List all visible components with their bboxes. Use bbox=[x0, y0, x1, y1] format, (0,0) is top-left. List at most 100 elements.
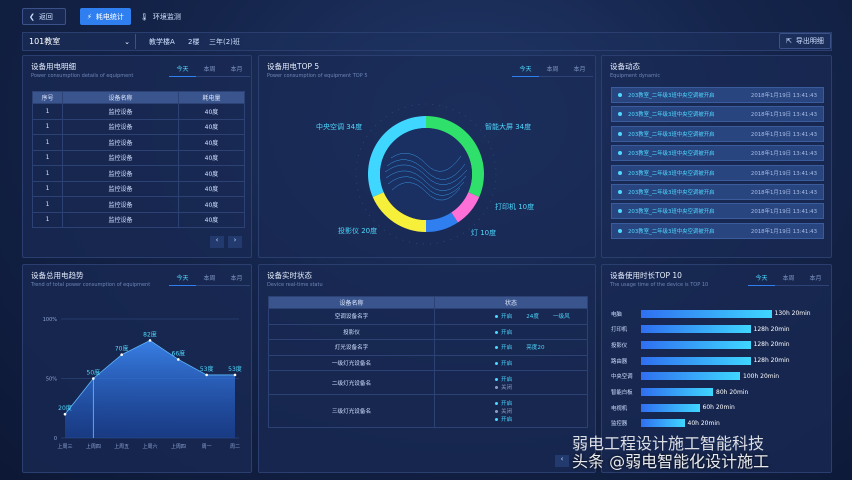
list-item[interactable]: 203教室_二年级3班中央空调被开启 2018年1月19日 13:41:43 bbox=[611, 164, 824, 181]
data-label: 53度 bbox=[228, 365, 242, 373]
y-tick-label: 0 bbox=[54, 436, 57, 442]
col-name: 设备名称 bbox=[62, 91, 179, 104]
cell-name: 监控设备 bbox=[62, 180, 179, 197]
cell-index: 1 bbox=[32, 165, 63, 182]
bullet-dot bbox=[618, 190, 622, 194]
panel-title: 设备实时状态 bbox=[267, 271, 312, 280]
equipment-detail-panel: 设备用电明细 Power consumption details of equi… bbox=[22, 55, 252, 258]
list-item: 监控器 40h 20min bbox=[611, 418, 720, 429]
list-item[interactable]: 203教室_二年级3班中央空调被开启 2018年1月19日 13:41:43 bbox=[611, 184, 824, 200]
class-label: 三年(2)班 bbox=[209, 38, 240, 46]
status-dot bbox=[495, 410, 498, 413]
usage-value: 40h 20min bbox=[687, 419, 720, 427]
status-dot bbox=[495, 330, 498, 334]
panel-subtitle: Equipment dynamic bbox=[610, 73, 661, 79]
usage-value: 80h 20min bbox=[716, 388, 749, 396]
trend-chart: 100% 50% 0 20度上周三 50度上周四 70度上周五 82度上周六 66度上周四 53… bbox=[43, 317, 242, 450]
event-time: 2018年1月19日 13:41:43 bbox=[750, 131, 817, 138]
event-time: 2018年1月19日 13:41:43 bbox=[750, 170, 817, 177]
trend-point[interactable] bbox=[205, 373, 208, 377]
table-row: 1 监控设备 40度 bbox=[32, 165, 245, 182]
tab-today[interactable]: 今天 bbox=[748, 273, 775, 286]
cell-index: 1 bbox=[32, 134, 63, 151]
room-select[interactable]: 101教室 ⌄ bbox=[24, 34, 136, 49]
x-tick-label: 上周四 bbox=[171, 443, 186, 450]
col-device-name: 设备名称 bbox=[268, 296, 435, 309]
detail-table: 序号 设备名称 耗电量 1 监控设备 40度 1 监控设备 40度 1 监控设备 40度 1 监控设… bbox=[32, 91, 245, 228]
device-name: 监控器 bbox=[611, 421, 628, 428]
trend-point[interactable] bbox=[233, 373, 237, 377]
list-item[interactable]: 203教室_二年级3班中央空调被开启 2018年1月19日 13:41:43 bbox=[611, 106, 824, 123]
tab-month[interactable]: 本月 bbox=[802, 273, 829, 286]
cell-power: 40度 bbox=[178, 180, 245, 197]
event-text: 203教室_二年级3班中央空调被开启 bbox=[628, 190, 715, 196]
cell-device-name: 灯光设备名字 bbox=[268, 339, 435, 356]
prev-page-button[interactable]: ‹ bbox=[210, 236, 224, 248]
event-time: 2018年1月19日 13:41:43 bbox=[750, 93, 817, 99]
floor-label: 2楼 bbox=[188, 38, 200, 46]
trend-point[interactable] bbox=[177, 358, 180, 361]
label-screen: 智能大屏 34度 bbox=[485, 123, 532, 131]
lightning-icon: ⚡ bbox=[87, 12, 92, 21]
cell-power: 40度 bbox=[178, 165, 245, 182]
list-item: 打印机 128h 20min bbox=[611, 324, 790, 335]
trend-point[interactable] bbox=[148, 339, 152, 342]
usage-value: 130h 20min bbox=[774, 310, 811, 317]
data-label: 53度 bbox=[200, 365, 214, 373]
cell-index: 1 bbox=[32, 180, 63, 197]
panel-subtitle: Device real-time statu bbox=[267, 282, 323, 288]
usage-bar bbox=[641, 419, 685, 428]
usage-bar bbox=[641, 388, 713, 396]
trend-point[interactable] bbox=[63, 412, 67, 416]
list-item[interactable]: 203教室_二年级3班中央空调被开启 2018年1月19日 13:41:43 bbox=[611, 145, 824, 162]
trend-point[interactable] bbox=[120, 353, 123, 356]
usage-bar bbox=[641, 309, 772, 318]
usage-value: 128h 20min bbox=[753, 357, 790, 365]
tab-week[interactable]: 本周 bbox=[775, 273, 802, 286]
event-text: 203教室_二年级3班中央空调被开启 bbox=[628, 112, 715, 119]
bullet-dot bbox=[618, 228, 622, 233]
trend-point[interactable] bbox=[92, 377, 95, 380]
list-item[interactable]: 203教室_二年级3班中央空调被开启 2018年1月19日 13:41:43 bbox=[611, 222, 824, 239]
prev-page-button[interactable]: ‹ bbox=[555, 455, 569, 467]
cell-device-name: 三级灯光设备名 bbox=[268, 394, 435, 428]
tab-power-stats[interactable]: ⚡ 耗电统计 bbox=[80, 8, 131, 25]
cell-name: 监控设备 bbox=[62, 103, 179, 120]
bullet-dot bbox=[618, 131, 622, 136]
event-text: 203教室_二年级3班中央空调被开启 bbox=[628, 228, 715, 235]
event-text: 203教室_二年级3班中央空调被开启 bbox=[628, 209, 715, 216]
list-item: 中央空调 100h 20min bbox=[611, 371, 779, 382]
donut-chart bbox=[355, 103, 497, 245]
status-text: 开启 bbox=[501, 360, 513, 367]
status-dot bbox=[495, 346, 498, 350]
back-button[interactable]: ❮ 返回 bbox=[22, 8, 66, 25]
export-button[interactable]: ⇱ 导出明细 bbox=[779, 33, 831, 49]
x-tick-label: 周二 bbox=[230, 444, 240, 450]
tab-env-monitor[interactable]: 🌡 环境监测 bbox=[134, 8, 187, 25]
x-tick-label: 上周五 bbox=[114, 443, 129, 450]
event-text: 203教室_二年级3班中央空调被开启 bbox=[628, 170, 715, 177]
usage-value: 60h 20min bbox=[702, 404, 735, 412]
cell-status: 开启 关闭 开启 bbox=[434, 394, 588, 428]
status-line: 关闭 bbox=[495, 383, 587, 391]
usage-bar bbox=[641, 325, 751, 334]
status-table: 设备名称 状态 空调设备名字 开启 24度 一级风 投影仪 开启 灯光设备名字 开启 亮度20 一… bbox=[268, 296, 588, 428]
panel-title: 设备动态 bbox=[610, 62, 640, 71]
data-label: 70度 bbox=[115, 345, 129, 353]
trend-area bbox=[65, 340, 235, 438]
event-time: 2018年1月19日 13:41:43 bbox=[750, 228, 817, 235]
list-item[interactable]: 203教室_二年级3班中央空调被开启 2018年1月19日 13:41:43 bbox=[611, 125, 824, 142]
next-page-button[interactable]: › bbox=[228, 236, 242, 248]
list-item[interactable]: 203教室_二年级3班中央空调被开启 2018年1月19日 13:41:43 bbox=[611, 203, 824, 220]
tab-month[interactable]: 本月 bbox=[223, 64, 250, 77]
cell-index: 1 bbox=[32, 118, 63, 135]
device-name: 路由器 bbox=[611, 358, 628, 365]
event-time: 2018年1月19日 13:41:43 bbox=[750, 209, 817, 216]
x-tick-label: 上周四 bbox=[86, 443, 101, 450]
status-extra: 24度 bbox=[526, 314, 539, 321]
tab-today[interactable]: 今天 bbox=[169, 64, 196, 77]
list-item[interactable]: 203教室_二年级3班中央空调被开启 2018年1月19日 13:41:43 bbox=[611, 87, 824, 103]
data-label: 66度 bbox=[172, 349, 186, 357]
cell-name: 监控设备 bbox=[62, 118, 179, 135]
tab-week[interactable]: 本周 bbox=[196, 64, 223, 77]
